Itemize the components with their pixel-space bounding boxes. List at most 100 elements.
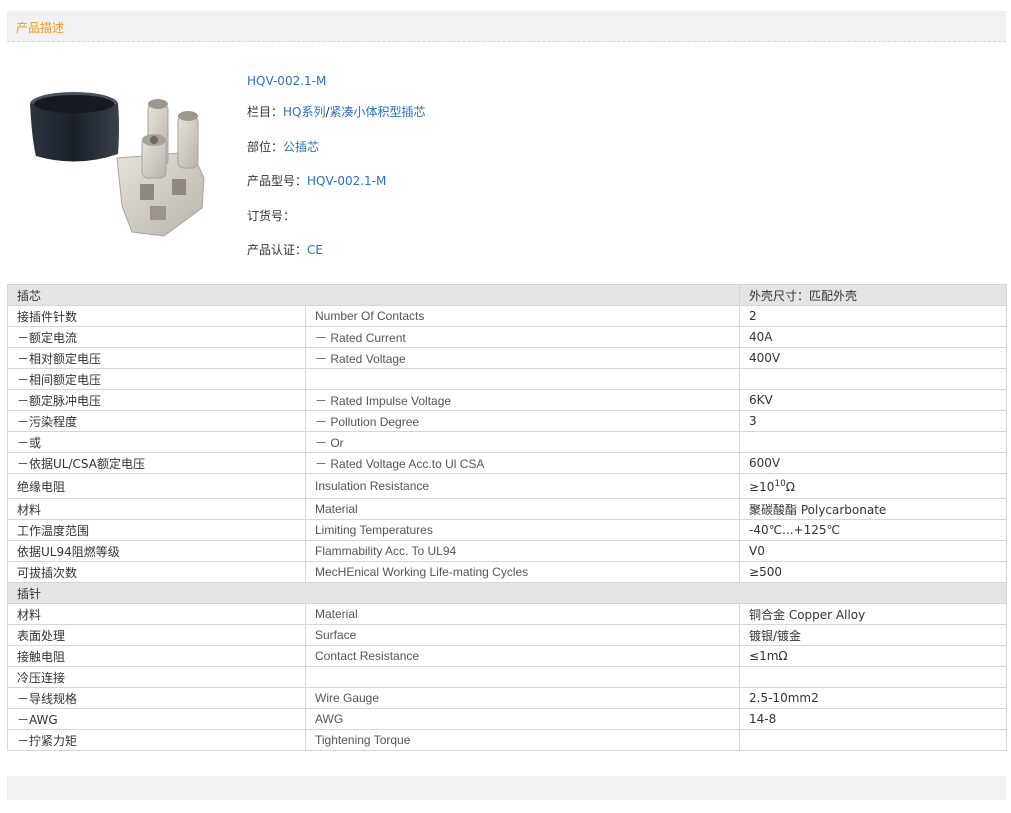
section-header: 产品描述 — [7, 11, 1006, 42]
spec-label-cn: －额定电流 — [7, 326, 306, 348]
spec-value — [739, 431, 1008, 453]
table-row: －额定脉冲电压－ Rated Impulse Voltage 6KV — [7, 389, 1008, 411]
cert-label: 产品认证： — [247, 243, 308, 257]
spec-label-cn: 表面处理 — [7, 624, 306, 646]
spec-label-en: Material — [304, 498, 741, 520]
section-title: 产品描述 — [16, 21, 65, 35]
table-row: －相间额定电压 — [7, 368, 1008, 390]
table-row: 接插件针数 Number Of Contacts 2 — [7, 305, 1008, 327]
insulation-base: ≥10 — [749, 479, 775, 494]
spec-value: 14-8 — [739, 708, 1008, 730]
part-link[interactable]: 公插芯 — [283, 140, 319, 154]
table-row: －依据UL/CSA额定电压－ Rated Voltage Acc.to Ul C… — [7, 452, 1008, 474]
table-row: －额定电流－ Rated Current 40A — [7, 326, 1008, 348]
spec-label-cn: 接触电阻 — [7, 645, 306, 667]
spec-value: 聚碳酸酯 Polycarbonate — [739, 498, 1008, 520]
spec-label-cn: －或 — [7, 431, 306, 453]
spec-label-cn: －AWG — [7, 708, 306, 730]
spec-label-en: Tightening Torque — [304, 729, 741, 751]
footer-bar — [7, 776, 1006, 800]
spec-value: 2.5-10mm2 — [739, 687, 1008, 709]
table-row: －或－ Or — [7, 431, 1008, 453]
spec-label-cn: －相对额定电压 — [7, 347, 306, 369]
group-title: 插针 — [6, 582, 1008, 604]
spec-label-en: Flammability Acc. To UL94 — [304, 540, 741, 562]
spec-label-cn: 绝缘电阻 — [7, 473, 306, 499]
spec-label-cn: －相间额定电压 — [7, 368, 306, 390]
category-label: 栏目： — [247, 105, 284, 119]
spec-value: -40℃...+125℃ — [739, 519, 1008, 541]
spec-label-en: AWG — [304, 708, 741, 730]
spec-value: ≤1mΩ — [739, 645, 1008, 667]
spec-label-en: Surface — [304, 624, 741, 646]
spec-label-cn: 冷压连接 — [7, 666, 306, 688]
order-label: 订货号： — [247, 209, 296, 223]
spec-label-cn: －污染程度 — [7, 410, 306, 432]
spec-label-en: － Rated Voltage — [304, 347, 741, 369]
spec-label-en: Insulation Resistance — [304, 473, 741, 499]
table-row: 依据UL94阻燃等级 Flammability Acc. To UL94 V0 — [7, 540, 1008, 562]
spec-value: 6KV — [739, 389, 1008, 411]
spec-value — [739, 729, 1008, 751]
group-row-pin: 插针 — [6, 582, 1008, 604]
spec-label-en: － Pollution Degree — [304, 410, 741, 432]
table-row: 表面处理 Surface 镀银/镀金 — [7, 624, 1008, 646]
spec-value: 镀银/镀金 — [739, 624, 1008, 646]
category-link-compact[interactable]: 紧凑小体积型插芯 — [330, 105, 426, 119]
spec-label-en — [304, 666, 741, 688]
spec-label-cn: 材料 — [7, 603, 306, 625]
spec-label-en: Wire Gauge — [304, 687, 741, 709]
spec-label-en: － Rated Impulse Voltage — [304, 389, 741, 411]
part-label: 部位： — [247, 140, 284, 154]
table-row: 材料 Material 聚碳酸酯 Polycarbonate — [7, 498, 1008, 520]
group-housing-size: 外壳尺寸：匹配外壳 — [739, 284, 1008, 306]
model-label: 产品型号： — [247, 174, 308, 188]
spec-value: V0 — [739, 540, 1008, 562]
spec-table: 插芯 外壳尺寸：匹配外壳 接插件针数 Number Of Contacts 2 －额定… — [6, 284, 1008, 751]
spec-label-en — [304, 368, 741, 390]
group-title: 插芯 — [6, 284, 741, 306]
spec-label-en: Contact Resistance — [304, 645, 741, 667]
spec-label-en: Number Of Contacts — [304, 305, 741, 327]
table-row: －导线规格 Wire Gauge 2.5-10mm2 — [7, 687, 1008, 709]
spec-label-cn: 可拔插次数 — [7, 561, 306, 583]
spec-label-cn: －依据UL/CSA额定电压 — [7, 452, 306, 474]
product-name-link[interactable]: HQV-002.1-M — [247, 74, 326, 88]
spec-value: 40A — [739, 326, 1008, 348]
spec-label-cn: －拧紧力矩 — [7, 729, 306, 751]
table-row: 接触电阻 Contact Resistance ≤1mΩ — [7, 645, 1008, 667]
spec-label-en: MecHEnical Working Life-mating Cycles — [304, 561, 741, 583]
insulation-exponent: 10 — [774, 478, 786, 489]
spec-value: ≥500 — [739, 561, 1008, 583]
spec-label-en: Limiting Temperatures — [304, 519, 741, 541]
spec-label-cn: 工作温度范围 — [7, 519, 306, 541]
table-row: 绝缘电阻 Insulation Resistance ≥1010Ω — [7, 473, 1008, 499]
spec-label-cn: －导线规格 — [7, 687, 306, 709]
spec-label-cn: 依据UL94阻燃等级 — [7, 540, 306, 562]
table-row: －AWG AWG 14-8 — [7, 708, 1008, 730]
cert-link[interactable]: CE — [307, 243, 323, 257]
spec-label-en: － Or — [304, 431, 741, 453]
spec-value — [739, 368, 1008, 390]
spec-label-en: － Rated Current — [304, 326, 741, 348]
spec-value: 600V — [739, 452, 1008, 474]
spec-value — [739, 666, 1008, 688]
table-row: －拧紧力矩 Tightening Torque — [7, 729, 1008, 751]
spec-value: 2 — [739, 305, 1008, 327]
table-row: －污染程度－ Pollution Degree 3 — [7, 410, 1008, 432]
group-row-insert: 插芯 外壳尺寸：匹配外壳 — [6, 284, 1008, 306]
table-row: 工作温度范围 Limiting Temperatures -40℃...+125℃ — [7, 519, 1008, 541]
model-link[interactable]: HQV-002.1-M — [307, 174, 386, 188]
spec-label-cn: －额定脉冲电压 — [7, 389, 306, 411]
spec-label-cn: 接插件针数 — [7, 305, 306, 327]
spec-value: 铜合金 Copper Alloy — [739, 603, 1008, 625]
table-row: 可拔插次数 MecHEnical Working Life-mating Cycl… — [7, 561, 1008, 583]
spec-value: 3 — [739, 410, 1008, 432]
table-row: －相对额定电压－ Rated Voltage 400V — [7, 347, 1008, 369]
table-row: 材料 Material 铜合金 Copper Alloy — [7, 603, 1008, 625]
table-row: 冷压连接 — [7, 666, 1008, 688]
spec-label-en: － Rated Voltage Acc.to Ul CSA — [304, 452, 741, 474]
spec-label-cn: 材料 — [7, 498, 306, 520]
category-link-hq[interactable]: HQ系列 — [283, 105, 325, 119]
spec-label-en: Material — [304, 603, 741, 625]
